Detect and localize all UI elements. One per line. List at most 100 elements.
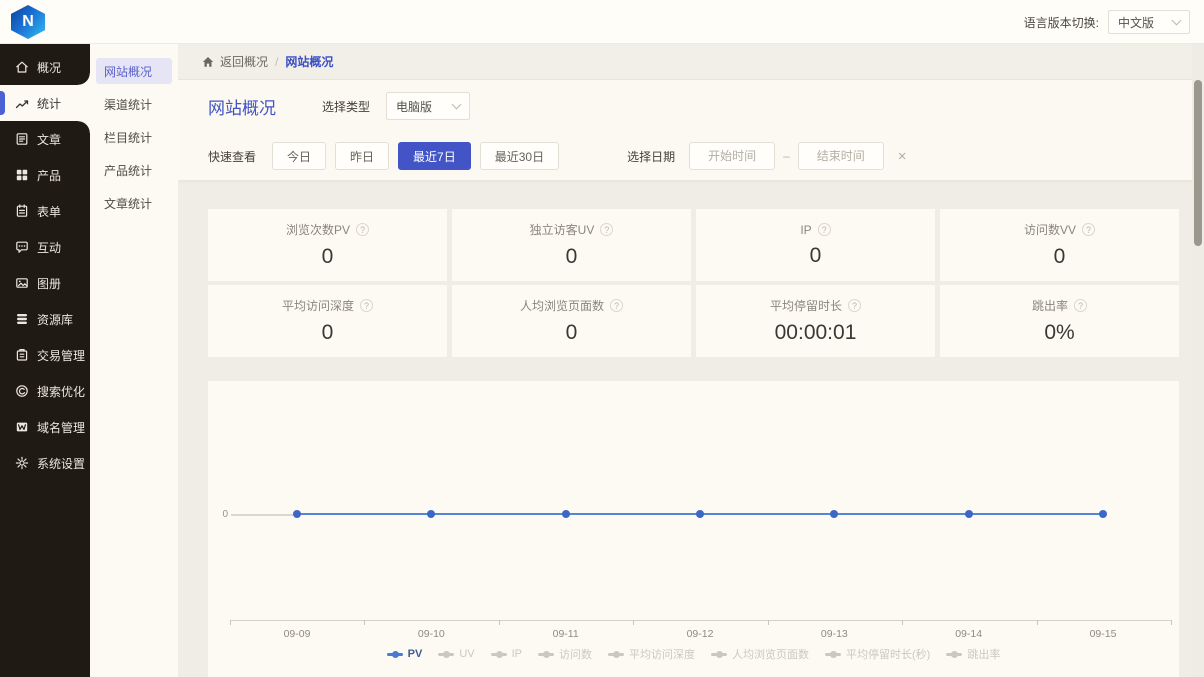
subnav-item-0[interactable]: 网站概况 (96, 58, 172, 84)
sidebar-item-forms[interactable]: 表单 (0, 193, 90, 229)
stat-label: IP (800, 223, 811, 237)
data-point (562, 510, 570, 518)
gallery-icon (15, 276, 29, 290)
sidebar-item-gallery[interactable]: 图册 (0, 265, 90, 301)
stat-card: 跳出率?0% (940, 285, 1179, 357)
sidebar-item-domains[interactable]: 域名管理 (0, 409, 90, 445)
x-axis-tick (1171, 620, 1172, 625)
x-axis-tick (499, 620, 500, 625)
stat-card: 浏览次数PV?0 (208, 209, 447, 281)
subnav-item-4[interactable]: 文章统计 (96, 190, 172, 216)
legend-item-1[interactable]: UV (438, 648, 474, 660)
legend-item-3[interactable]: 访问数 (538, 646, 592, 662)
legend-label: 人均浏览页面数 (732, 646, 809, 662)
library-icon (15, 312, 29, 326)
sidebar-menu: 概况统计文章产品表单互动图册资源库交易管理搜索优化域名管理系统设置 (0, 49, 90, 481)
help-icon[interactable]: ? (610, 299, 623, 312)
quick-range-button-0[interactable]: 今日 (272, 142, 326, 170)
sidebar-item-settings[interactable]: 系统设置 (0, 445, 90, 481)
x-axis-label: 09-11 (521, 628, 611, 640)
x-axis-tick (902, 620, 903, 625)
subnav-item-1[interactable]: 渠道统计 (96, 91, 172, 117)
legend-item-4[interactable]: 平均访问深度 (608, 646, 695, 662)
sidebar-item-products[interactable]: 产品 (0, 157, 90, 193)
sub-sidebar: 网站概况渠道统计栏目统计产品统计文章统计 (90, 44, 178, 677)
breadcrumb-current[interactable]: 网站概况 (285, 53, 333, 70)
language-select[interactable]: 中文版 (1108, 10, 1190, 34)
sidebar-item-label: 文章 (37, 131, 61, 148)
subnav-item-label: 网站概况 (104, 63, 152, 80)
help-icon[interactable]: ? (818, 223, 831, 236)
language-label: 语言版本切换: (1024, 14, 1099, 31)
help-icon[interactable]: ? (356, 223, 369, 236)
quick-range-button-2[interactable]: 最近7日 (398, 142, 471, 170)
vertical-scrollbar-thumb[interactable] (1194, 80, 1202, 246)
help-icon[interactable]: ? (1082, 223, 1095, 236)
stat-card: 平均访问深度?0 (208, 285, 447, 357)
sidebar-item-articles[interactable]: 文章 (0, 121, 90, 157)
stat-value: 0% (1044, 321, 1074, 345)
help-icon[interactable]: ? (600, 223, 613, 236)
x-axis-tick (633, 620, 634, 625)
legend-item-2[interactable]: IP (491, 648, 522, 660)
sidebar-item-overview[interactable]: 概况 (0, 49, 90, 85)
sidebar-item-trade[interactable]: 交易管理 (0, 337, 90, 373)
sidebar-item-resources[interactable]: 资源库 (0, 301, 90, 337)
sub-sidebar-menu: 网站概况渠道统计栏目统计产品统计文章统计 (90, 58, 178, 216)
data-point (830, 510, 838, 518)
quick-range-button-3[interactable]: 最近30日 (480, 142, 559, 170)
legend-item-5[interactable]: 人均浏览页面数 (711, 646, 809, 662)
app-logo: N (11, 5, 45, 39)
stat-label: 独立访客UV (530, 221, 595, 238)
sidebar-item-label: 概况 (37, 59, 61, 76)
page-header: 网站概况 选择类型 电脑版 (178, 80, 1204, 132)
home-icon (202, 56, 214, 68)
start-date-input[interactable] (689, 142, 775, 170)
legend-label: PV (408, 648, 423, 660)
end-date-input[interactable] (798, 142, 884, 170)
sidebar-item-label: 统计 (37, 95, 61, 112)
subnav-item-label: 产品统计 (104, 162, 152, 179)
sidebar-item-label: 系统设置 (37, 455, 85, 472)
stat-value: 0 (810, 244, 822, 268)
main-area: 返回概况 / 网站概况 网站概况 选择类型 电脑版 快速查看 今日昨日最近7日最… (178, 44, 1204, 677)
language-switcher: 语言版本切换: 中文版 (1024, 0, 1190, 44)
filter-bar: 快速查看 今日昨日最近7日最近30日 选择日期 – × (178, 132, 1204, 180)
stat-label: 访问数VV (1024, 221, 1076, 238)
trend-chart-panel: 0 09-0909-1009-1109-1209-1309-1409-15 PV… (208, 381, 1179, 677)
legend-item-0[interactable]: PV (387, 648, 423, 660)
stat-value: 0 (1054, 245, 1066, 269)
sidebar-item-interaction[interactable]: 互动 (0, 229, 90, 265)
form-icon (15, 204, 29, 218)
sidebar-item-label: 图册 (37, 275, 61, 292)
x-axis-label: 09-15 (1058, 628, 1148, 640)
sidebar-item-seo[interactable]: 搜索优化 (0, 373, 90, 409)
breadcrumb-back-link[interactable]: 返回概况 (202, 53, 268, 70)
home-icon (15, 60, 29, 74)
sidebar-item-label: 交易管理 (37, 347, 85, 364)
legend-marker-icon (387, 653, 403, 656)
quick-view-label: 快速查看 (208, 148, 256, 165)
subnav-item-label: 文章统计 (104, 195, 152, 212)
legend-item-7[interactable]: 跳出率 (946, 646, 1000, 662)
type-select[interactable]: 电脑版 (386, 92, 470, 120)
zero-line-segment (231, 514, 297, 516)
date-range-separator: – (783, 149, 790, 163)
x-axis-label: 09-10 (386, 628, 476, 640)
help-icon[interactable]: ? (360, 299, 373, 312)
help-icon[interactable]: ? (1074, 299, 1087, 312)
quick-range-button-1[interactable]: 昨日 (335, 142, 389, 170)
legend-item-6[interactable]: 平均停留时长(秒) (825, 646, 930, 662)
help-icon[interactable]: ? (848, 299, 861, 312)
type-select-label: 选择类型 (322, 98, 370, 115)
stat-card: 人均浏览页面数?0 (452, 285, 691, 357)
clear-date-icon[interactable]: × (898, 149, 907, 164)
data-point (427, 510, 435, 518)
sidebar-item-statistics[interactable]: 统计 (0, 85, 90, 121)
subnav-item-2[interactable]: 栏目统计 (96, 124, 172, 150)
subnav-item-3[interactable]: 产品统计 (96, 157, 172, 183)
seo-icon (15, 384, 29, 398)
vertical-scrollbar-track[interactable] (1192, 44, 1204, 677)
chart-legend: PV UV IP 访问数平均访问深度 人均浏览页面数平均停留时长(秒) 跳出率 (208, 646, 1179, 662)
legend-marker-icon (825, 653, 841, 656)
